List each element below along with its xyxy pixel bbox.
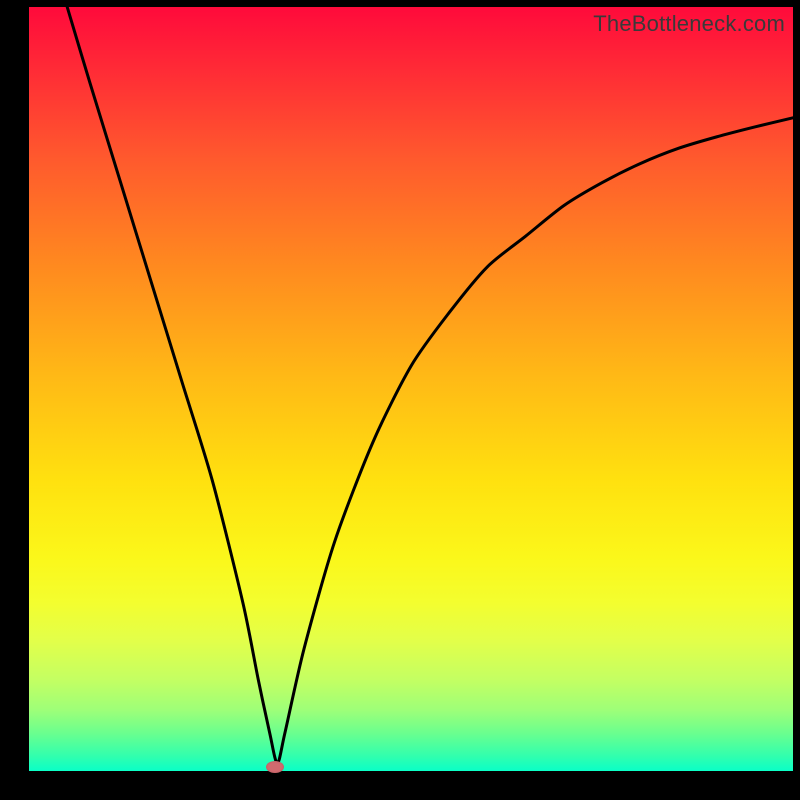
minimum-marker (266, 761, 284, 773)
plot-area: TheBottleneck.com (29, 7, 793, 771)
bottleneck-curve (67, 7, 793, 763)
curve-svg (29, 7, 793, 771)
chart-frame: TheBottleneck.com (0, 0, 800, 800)
